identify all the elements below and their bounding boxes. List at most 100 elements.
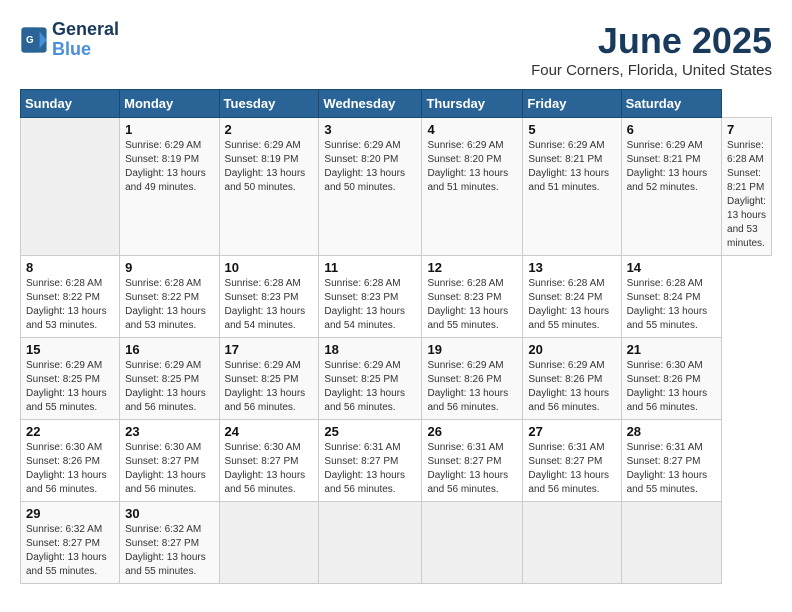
calendar-cell: 13 Sunrise: 6:28 AM Sunset: 8:24 PM Dayl…	[523, 256, 621, 338]
day-info: Sunrise: 6:31 AM Sunset: 8:27 PM Dayligh…	[324, 441, 416, 497]
calendar-cell: 6 Sunrise: 6:29 AM Sunset: 8:21 PM Dayli…	[621, 118, 721, 256]
day-number: 16	[125, 342, 213, 357]
day-number: 8	[26, 260, 114, 275]
weekday-header: Saturday	[621, 90, 721, 118]
weekday-header: Thursday	[422, 90, 523, 118]
day-info: Sunrise: 6:28 AM Sunset: 8:21 PM Dayligh…	[727, 139, 766, 251]
day-info: Sunrise: 6:28 AM Sunset: 8:23 PM Dayligh…	[427, 277, 517, 333]
logo-line1: General	[52, 20, 119, 40]
location: Four Corners, Florida, United States	[531, 62, 772, 79]
day-info: Sunrise: 6:32 AM Sunset: 8:27 PM Dayligh…	[125, 523, 213, 579]
day-info: Sunrise: 6:31 AM Sunset: 8:27 PM Dayligh…	[427, 441, 517, 497]
day-number: 27	[528, 424, 615, 439]
day-number: 28	[627, 424, 716, 439]
day-info: Sunrise: 6:30 AM Sunset: 8:27 PM Dayligh…	[125, 441, 213, 497]
weekday-header: Tuesday	[219, 90, 319, 118]
day-number: 19	[427, 342, 517, 357]
calendar-cell: 10 Sunrise: 6:28 AM Sunset: 8:23 PM Dayl…	[219, 256, 319, 338]
weekday-header: Friday	[523, 90, 621, 118]
day-number: 10	[225, 260, 314, 275]
day-info: Sunrise: 6:32 AM Sunset: 8:27 PM Dayligh…	[26, 523, 114, 579]
calendar-cell	[523, 502, 621, 584]
day-info: Sunrise: 6:29 AM Sunset: 8:25 PM Dayligh…	[324, 359, 416, 415]
calendar-cell: 27 Sunrise: 6:31 AM Sunset: 8:27 PM Dayl…	[523, 420, 621, 502]
logo-icon: G	[20, 26, 48, 54]
day-number: 26	[427, 424, 517, 439]
calendar-cell: 28 Sunrise: 6:31 AM Sunset: 8:27 PM Dayl…	[621, 420, 721, 502]
calendar-cell: 26 Sunrise: 6:31 AM Sunset: 8:27 PM Dayl…	[422, 420, 523, 502]
day-info: Sunrise: 6:30 AM Sunset: 8:26 PM Dayligh…	[627, 359, 716, 415]
day-number: 1	[125, 122, 213, 137]
calendar-cell	[621, 502, 721, 584]
title-area: June 2025 Four Corners, Florida, United …	[531, 20, 772, 79]
day-info: Sunrise: 6:30 AM Sunset: 8:26 PM Dayligh…	[26, 441, 114, 497]
day-info: Sunrise: 6:28 AM Sunset: 8:22 PM Dayligh…	[125, 277, 213, 333]
day-info: Sunrise: 6:29 AM Sunset: 8:20 PM Dayligh…	[324, 139, 416, 195]
day-number: 11	[324, 260, 416, 275]
day-number: 21	[627, 342, 716, 357]
calendar-cell: 22 Sunrise: 6:30 AM Sunset: 8:26 PM Dayl…	[21, 420, 120, 502]
calendar-cell: 9 Sunrise: 6:28 AM Sunset: 8:22 PM Dayli…	[120, 256, 219, 338]
calendar-cell: 8 Sunrise: 6:28 AM Sunset: 8:22 PM Dayli…	[21, 256, 120, 338]
calendar-cell: 30 Sunrise: 6:32 AM Sunset: 8:27 PM Dayl…	[120, 502, 219, 584]
day-info: Sunrise: 6:29 AM Sunset: 8:26 PM Dayligh…	[528, 359, 615, 415]
calendar-cell: 7 Sunrise: 6:28 AM Sunset: 8:21 PM Dayli…	[722, 118, 772, 256]
day-number: 30	[125, 506, 213, 521]
svg-text:G: G	[26, 35, 34, 46]
calendar-cell	[219, 502, 319, 584]
day-number: 9	[125, 260, 213, 275]
calendar-cell: 21 Sunrise: 6:30 AM Sunset: 8:26 PM Dayl…	[621, 338, 721, 420]
header: G General Blue June 2025 Four Corners, F…	[20, 20, 772, 79]
calendar-cell: 16 Sunrise: 6:29 AM Sunset: 8:25 PM Dayl…	[120, 338, 219, 420]
day-number: 25	[324, 424, 416, 439]
day-info: Sunrise: 6:29 AM Sunset: 8:21 PM Dayligh…	[528, 139, 615, 195]
weekday-header: Monday	[120, 90, 219, 118]
day-info: Sunrise: 6:29 AM Sunset: 8:19 PM Dayligh…	[225, 139, 314, 195]
calendar-cell: 20 Sunrise: 6:29 AM Sunset: 8:26 PM Dayl…	[523, 338, 621, 420]
day-number: 3	[324, 122, 416, 137]
day-number: 7	[727, 122, 766, 137]
calendar-cell: 11 Sunrise: 6:28 AM Sunset: 8:23 PM Dayl…	[319, 256, 422, 338]
month-year: June 2025	[531, 20, 772, 62]
calendar-cell	[422, 502, 523, 584]
day-info: Sunrise: 6:28 AM Sunset: 8:23 PM Dayligh…	[324, 277, 416, 333]
calendar-cell: 12 Sunrise: 6:28 AM Sunset: 8:23 PM Dayl…	[422, 256, 523, 338]
weekday-header: Sunday	[21, 90, 120, 118]
day-info: Sunrise: 6:28 AM Sunset: 8:22 PM Dayligh…	[26, 277, 114, 333]
day-number: 29	[26, 506, 114, 521]
calendar-cell	[21, 118, 120, 256]
day-info: Sunrise: 6:29 AM Sunset: 8:20 PM Dayligh…	[427, 139, 517, 195]
day-info: Sunrise: 6:29 AM Sunset: 8:25 PM Dayligh…	[125, 359, 213, 415]
calendar-header: SundayMondayTuesdayWednesdayThursdayFrid…	[21, 90, 772, 118]
calendar-cell: 25 Sunrise: 6:31 AM Sunset: 8:27 PM Dayl…	[319, 420, 422, 502]
logo-line2: Blue	[52, 40, 119, 60]
day-number: 2	[225, 122, 314, 137]
calendar-cell: 19 Sunrise: 6:29 AM Sunset: 8:26 PM Dayl…	[422, 338, 523, 420]
day-number: 17	[225, 342, 314, 357]
day-number: 23	[125, 424, 213, 439]
calendar-cell: 29 Sunrise: 6:32 AM Sunset: 8:27 PM Dayl…	[21, 502, 120, 584]
calendar-cell: 1 Sunrise: 6:29 AM Sunset: 8:19 PM Dayli…	[120, 118, 219, 256]
day-number: 22	[26, 424, 114, 439]
day-info: Sunrise: 6:28 AM Sunset: 8:24 PM Dayligh…	[627, 277, 716, 333]
day-number: 15	[26, 342, 114, 357]
day-info: Sunrise: 6:31 AM Sunset: 8:27 PM Dayligh…	[528, 441, 615, 497]
calendar-cell: 23 Sunrise: 6:30 AM Sunset: 8:27 PM Dayl…	[120, 420, 219, 502]
calendar-cell: 24 Sunrise: 6:30 AM Sunset: 8:27 PM Dayl…	[219, 420, 319, 502]
day-info: Sunrise: 6:29 AM Sunset: 8:21 PM Dayligh…	[627, 139, 716, 195]
calendar-cell: 17 Sunrise: 6:29 AM Sunset: 8:25 PM Dayl…	[219, 338, 319, 420]
calendar-cell: 4 Sunrise: 6:29 AM Sunset: 8:20 PM Dayli…	[422, 118, 523, 256]
calendar-table: SundayMondayTuesdayWednesdayThursdayFrid…	[20, 89, 772, 584]
day-number: 20	[528, 342, 615, 357]
day-number: 4	[427, 122, 517, 137]
day-number: 18	[324, 342, 416, 357]
weekday-header: Wednesday	[319, 90, 422, 118]
calendar-cell: 3 Sunrise: 6:29 AM Sunset: 8:20 PM Dayli…	[319, 118, 422, 256]
day-info: Sunrise: 6:31 AM Sunset: 8:27 PM Dayligh…	[627, 441, 716, 497]
day-number: 13	[528, 260, 615, 275]
day-info: Sunrise: 6:30 AM Sunset: 8:27 PM Dayligh…	[225, 441, 314, 497]
day-info: Sunrise: 6:29 AM Sunset: 8:19 PM Dayligh…	[125, 139, 213, 195]
calendar-cell: 2 Sunrise: 6:29 AM Sunset: 8:19 PM Dayli…	[219, 118, 319, 256]
day-info: Sunrise: 6:29 AM Sunset: 8:25 PM Dayligh…	[26, 359, 114, 415]
day-info: Sunrise: 6:28 AM Sunset: 8:23 PM Dayligh…	[225, 277, 314, 333]
